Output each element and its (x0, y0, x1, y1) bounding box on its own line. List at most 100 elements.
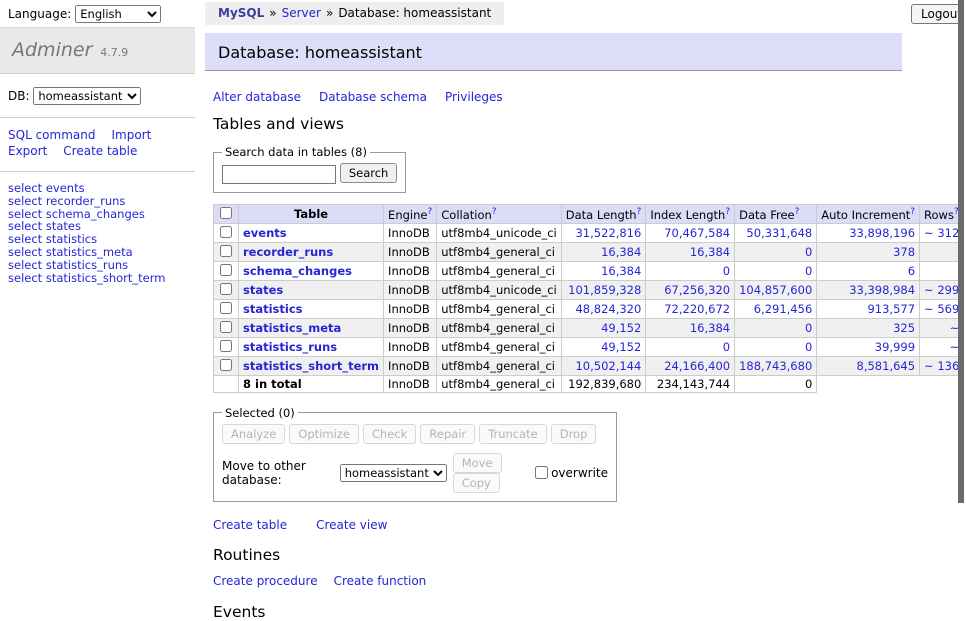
overwrite-option[interactable]: overwrite (535, 466, 608, 480)
data-free-link[interactable]: 0 (805, 340, 812, 354)
sidebar-link-import[interactable]: Import (111, 128, 151, 142)
table-name-link[interactable]: statistics_meta (243, 321, 341, 335)
data-length-link[interactable]: 31,522,816 (575, 226, 641, 240)
row-checkbox[interactable] (220, 226, 232, 238)
language-select[interactable]: English (75, 5, 161, 23)
truncate-button[interactable]: Truncate (479, 424, 547, 444)
analyze-button[interactable]: Analyze (222, 424, 285, 444)
data-length-link[interactable]: 10,502,144 (575, 359, 641, 373)
collation-cell: utf8mb4_unicode_ci (437, 280, 562, 299)
index-length-cell: 67,256,320 (646, 280, 735, 299)
scrollbar-track[interactable] (958, 0, 966, 543)
help-link[interactable]: ? (910, 207, 915, 217)
app-version[interactable]: 4.7.9 (100, 46, 128, 59)
sidebar-link-export[interactable]: Export (8, 144, 47, 158)
sidebar-link-create-table[interactable]: Create table (63, 144, 137, 158)
index-length-link[interactable]: 16,384 (690, 245, 730, 259)
select-all-checkbox[interactable] (220, 207, 232, 219)
index-length-link[interactable]: 70,467,584 (664, 226, 730, 240)
row-checkbox[interactable] (220, 302, 232, 314)
data-length-link[interactable]: 49,152 (601, 321, 641, 335)
alter-database-link[interactable]: Alter database (213, 90, 301, 104)
create-procedure-link[interactable]: Create procedure (213, 574, 318, 588)
data-free-link[interactable]: 50,331,648 (746, 226, 812, 240)
table-name-link[interactable]: states (243, 283, 283, 297)
auto-increment-link[interactable]: 39,999 (875, 340, 915, 354)
auto-increment-link[interactable]: 6 (908, 264, 915, 278)
sidebar-item-select-statistics_runs[interactable]: select statistics_runs (8, 259, 187, 272)
app-name: Adminer (12, 39, 92, 61)
auto-increment-link[interactable]: 325 (893, 321, 915, 335)
data-free-link[interactable]: 0 (805, 321, 812, 335)
create-table-link[interactable]: Create table (213, 518, 287, 532)
row-checkbox[interactable] (220, 321, 232, 333)
optimize-button[interactable]: Optimize (289, 424, 359, 444)
help-link[interactable]: ? (427, 207, 432, 217)
index-length-link[interactable]: 16,384 (690, 321, 730, 335)
check-button[interactable]: Check (363, 424, 416, 444)
auto-increment-link[interactable]: 913,577 (867, 302, 915, 316)
index-length-link[interactable]: 0 (723, 264, 730, 278)
data-free-link[interactable]: 6,291,456 (754, 302, 813, 316)
data-length-link[interactable]: 16,384 (601, 264, 641, 278)
sidebar-item-select-statistics_meta[interactable]: select statistics_meta (8, 246, 187, 259)
db-select[interactable]: homeassistant (33, 87, 141, 105)
data-length-link[interactable]: 48,824,320 (575, 302, 641, 316)
row-checkbox[interactable] (220, 283, 232, 295)
overwrite-checkbox[interactable] (535, 466, 548, 479)
help-link[interactable]: ? (795, 207, 800, 217)
breadcrumb-link[interactable]: Server (282, 6, 321, 20)
scrollbar-thumb[interactable] (958, 0, 964, 503)
move-db-select[interactable]: homeassistant (340, 464, 447, 482)
index-length-cell: 16,384 (646, 318, 735, 337)
privileges-link[interactable]: Privileges (445, 90, 503, 104)
menu-link-line: Export Create table (8, 143, 187, 159)
data-free-link[interactable]: 104,857,600 (739, 283, 812, 297)
data-free-cell: 0 (735, 318, 817, 337)
help-link[interactable]: ? (492, 207, 497, 217)
sidebar-item-select-events[interactable]: select events (8, 182, 187, 195)
table-name-link[interactable]: events (243, 226, 287, 240)
table-name-link[interactable]: statistics_short_term (243, 359, 379, 373)
row-checkbox[interactable] (220, 245, 232, 257)
index-length-link[interactable]: 72,220,672 (664, 302, 730, 316)
row-checkbox[interactable] (220, 264, 232, 276)
table-name-link[interactable]: statistics_runs (243, 340, 337, 354)
repair-button[interactable]: Repair (420, 424, 475, 444)
search-button[interactable]: Search (340, 163, 398, 183)
sidebar-item-select-statistics_short_term[interactable]: select statistics_short_term (8, 272, 187, 285)
index-length-link[interactable]: 0 (723, 340, 730, 354)
index-length-link[interactable]: 67,256,320 (664, 283, 730, 297)
create-view-link[interactable]: Create view (316, 518, 387, 532)
auto-increment-link[interactable]: 378 (893, 245, 915, 259)
row-checkbox[interactable] (220, 359, 232, 371)
data-length-link[interactable]: 49,152 (601, 340, 641, 354)
data-free-link[interactable]: 0 (805, 264, 812, 278)
help-link[interactable]: ? (725, 207, 730, 217)
drop-button[interactable]: Drop (551, 424, 597, 444)
data-length-link[interactable]: 101,859,328 (568, 283, 641, 297)
auto-increment-link[interactable]: 33,398,984 (849, 283, 915, 297)
move-button[interactable]: Move (453, 453, 502, 473)
data-free-link[interactable]: 0 (805, 245, 812, 259)
create-function-link[interactable]: Create function (334, 574, 427, 588)
auto-increment-link[interactable]: 33,898,196 (849, 226, 915, 240)
data-length-cell: 10,502,144 (561, 356, 646, 375)
table-name-link[interactable]: statistics (243, 302, 303, 316)
data-free-link[interactable]: 188,743,680 (739, 359, 812, 373)
total-row: 8 in totalInnoDButf8mb4_general_ci192,83… (214, 375, 966, 392)
index-length-link[interactable]: 24,166,400 (664, 359, 730, 373)
data-length-cell: 49,152 (561, 318, 646, 337)
database-schema-link[interactable]: Database schema (319, 90, 427, 104)
sidebar-item-select-recorder_runs[interactable]: select recorder_runs (8, 195, 187, 208)
table-name-link[interactable]: recorder_runs (243, 245, 333, 259)
help-link[interactable]: ? (637, 207, 642, 217)
data-length-link[interactable]: 16,384 (601, 245, 641, 259)
sidebar-link-sql-command[interactable]: SQL command (8, 128, 95, 142)
copy-button[interactable]: Copy (453, 473, 500, 493)
breadcrumb-link[interactable]: MySQL (218, 6, 264, 20)
row-checkbox[interactable] (220, 340, 232, 352)
search-input[interactable] (222, 165, 336, 184)
table-name-link[interactable]: schema_changes (243, 264, 352, 278)
auto-increment-link[interactable]: 8,581,645 (857, 359, 916, 373)
